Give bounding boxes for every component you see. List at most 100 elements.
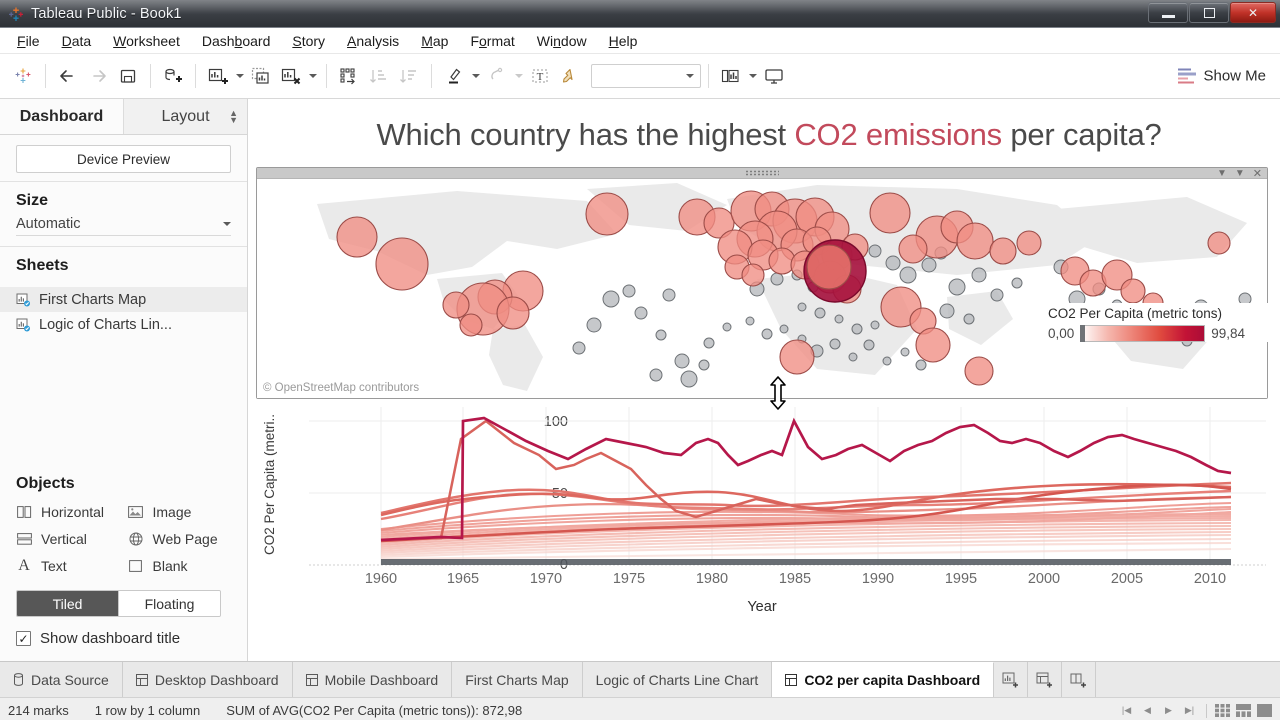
highlighter-dropdown-icon[interactable] xyxy=(469,61,482,91)
show-dashboard-title-checkbox[interactable]: ✓ xyxy=(16,631,31,646)
object-web-page[interactable]: Web Page xyxy=(128,526,232,551)
object-text-label: Text xyxy=(41,558,67,574)
new-data-source-icon[interactable] xyxy=(158,61,188,91)
x-tick-2005: 2005 xyxy=(1097,571,1157,587)
next-page-icon[interactable]: ▶ xyxy=(1160,703,1177,719)
object-horizontal[interactable]: Horizontal xyxy=(16,499,120,524)
sort-ascending-icon xyxy=(364,61,394,91)
menu-window[interactable]: Window xyxy=(526,31,598,51)
dashboard-icon xyxy=(785,674,797,686)
tab-logic-of-charts-line-chart[interactable]: Logic of Charts Line Chart xyxy=(583,662,773,697)
tab-mobile-dashboard[interactable]: Mobile Dashboard xyxy=(293,662,453,697)
first-page-icon[interactable]: |◀ xyxy=(1118,703,1135,719)
toolbar-divider-5 xyxy=(431,64,432,88)
object-vertical[interactable]: Vertical xyxy=(16,526,120,551)
show-me-button[interactable]: Show Me xyxy=(1178,68,1266,85)
menu-data[interactable]: Data xyxy=(51,31,103,51)
tab-desktop-dashboard[interactable]: Desktop Dashboard xyxy=(123,662,293,697)
new-worksheet-icon[interactable] xyxy=(203,61,233,91)
chevron-down-icon xyxy=(223,222,231,226)
baseline-band xyxy=(381,559,1231,565)
x-axis-title: Year xyxy=(256,599,1268,615)
layout-mode-tiled[interactable]: Tiled xyxy=(17,591,118,616)
world-bubble-map[interactable] xyxy=(257,179,1267,398)
last-page-icon[interactable]: ▶| xyxy=(1181,703,1198,719)
tab-data-source[interactable]: Data Source xyxy=(0,662,123,697)
map-attribution: © OpenStreetMap contributors xyxy=(263,382,419,394)
menu-analysis[interactable]: Analysis xyxy=(336,31,410,51)
color-legend[interactable]: CO2 Per Capita (metric tons) 0,00 99,84 xyxy=(1038,303,1280,342)
back-icon[interactable] xyxy=(53,61,83,91)
tableau-home-icon[interactable] xyxy=(8,61,38,91)
filter-icon[interactable]: ▼ xyxy=(1235,168,1245,179)
tab-first-charts-map[interactable]: First Charts Map xyxy=(452,662,582,697)
clear-sheet-icon[interactable] xyxy=(276,61,306,91)
globe-icon xyxy=(128,532,144,546)
size-heading: Size xyxy=(16,192,231,210)
save-icon[interactable] xyxy=(113,61,143,91)
objects-section: Objects Horizontal Image xyxy=(0,475,247,661)
menu-map[interactable]: Map xyxy=(410,31,459,51)
dashboard-sidebar: Dashboard Layout ▲▼ Device Preview Size … xyxy=(0,99,248,661)
duplicate-sheet-icon[interactable] xyxy=(246,61,276,91)
tableau-logo-icon xyxy=(8,6,24,22)
highlighter-icon[interactable] xyxy=(439,61,469,91)
maximize-button[interactable] xyxy=(1189,2,1229,23)
menu-bar: File Data Worksheet Dashboard Story Anal… xyxy=(0,28,1280,54)
fit-selector[interactable] xyxy=(591,64,701,88)
new-worksheet-tab-button[interactable] xyxy=(994,662,1028,697)
object-blank[interactable]: Blank xyxy=(128,553,232,578)
new-worksheet-dropdown-icon[interactable] xyxy=(233,61,246,91)
clear-sheet-dropdown-icon[interactable] xyxy=(306,61,319,91)
menu-help[interactable]: Help xyxy=(598,31,649,51)
menu-file[interactable]: File xyxy=(6,31,51,51)
sheet-item-first-charts-map[interactable]: First Charts Map xyxy=(0,287,247,312)
legend-color-ramp[interactable] xyxy=(1080,325,1205,342)
blank-icon xyxy=(128,559,144,573)
fix-axes-icon[interactable] xyxy=(555,61,585,91)
map-pane[interactable]: ▼ ▼ ✕ xyxy=(256,167,1268,399)
new-dashboard-tab-button[interactable] xyxy=(1028,662,1062,697)
tab-label: Mobile Dashboard xyxy=(325,672,439,688)
menu-story[interactable]: Story xyxy=(281,31,336,51)
line-chart-plot[interactable] xyxy=(256,399,1266,584)
show-hide-cards-icon[interactable] xyxy=(716,61,746,91)
show-mark-labels-icon[interactable]: T xyxy=(525,61,555,91)
tab-layout-label: Layout xyxy=(161,108,209,126)
map-pane-header[interactable]: ▼ ▼ ✕ xyxy=(257,168,1267,179)
sheet-item-logic-of-charts-line[interactable]: Logic of Charts Lin... xyxy=(0,312,247,337)
menu-format[interactable]: Format xyxy=(459,31,525,51)
size-select[interactable]: Automatic xyxy=(16,216,231,236)
tab-label: CO2 per capita Dashboard xyxy=(804,672,980,688)
object-image[interactable]: Image xyxy=(128,499,232,524)
sheet-item-label: Logic of Charts Lin... xyxy=(39,317,172,333)
object-text[interactable]: A Text xyxy=(16,553,120,578)
x-tick-1980: 1980 xyxy=(682,571,742,587)
grid-view-icon[interactable] xyxy=(1215,704,1232,718)
swap-axes-icon[interactable] xyxy=(334,61,364,91)
map-pane-grip[interactable] xyxy=(745,170,779,176)
chevron-down-icon[interactable]: ▼ xyxy=(1217,168,1227,179)
tab-dashboard[interactable]: Dashboard xyxy=(0,99,123,134)
minimize-button[interactable] xyxy=(1148,2,1188,23)
split-view-icon[interactable] xyxy=(1236,704,1253,718)
single-view-icon[interactable] xyxy=(1257,704,1274,718)
device-preview-button[interactable]: Device Preview xyxy=(16,145,231,173)
prev-page-icon[interactable]: ◀ xyxy=(1139,703,1156,719)
map-view[interactable]: © OpenStreetMap contributors xyxy=(257,179,1267,398)
layout-mode-floating[interactable]: Floating xyxy=(118,591,220,616)
menu-dashboard[interactable]: Dashboard xyxy=(191,31,282,51)
dashboard-title-part1: Which country has the highest xyxy=(376,117,794,152)
show-dashboard-title-row[interactable]: ✓ Show dashboard title xyxy=(16,630,231,647)
show-hide-cards-dropdown-icon[interactable] xyxy=(746,61,759,91)
close-button[interactable]: ✕ xyxy=(1230,2,1276,23)
tab-layout[interactable]: Layout ▲▼ xyxy=(123,99,247,134)
status-aggregation: SUM of AVG(CO2 Per Capita (metric tons))… xyxy=(226,703,522,718)
line-chart-pane[interactable]: CO2 Per Capita (metri.. 100 50 0 xyxy=(256,399,1268,661)
x-tick-2000: 2000 xyxy=(1014,571,1074,587)
presentation-mode-icon[interactable] xyxy=(759,61,789,91)
tab-co2-per-capita-dashboard[interactable]: CO2 per capita Dashboard xyxy=(772,662,994,697)
new-story-tab-button[interactable] xyxy=(1062,662,1096,697)
toolbar-divider-3 xyxy=(195,64,196,88)
menu-worksheet[interactable]: Worksheet xyxy=(102,31,191,51)
